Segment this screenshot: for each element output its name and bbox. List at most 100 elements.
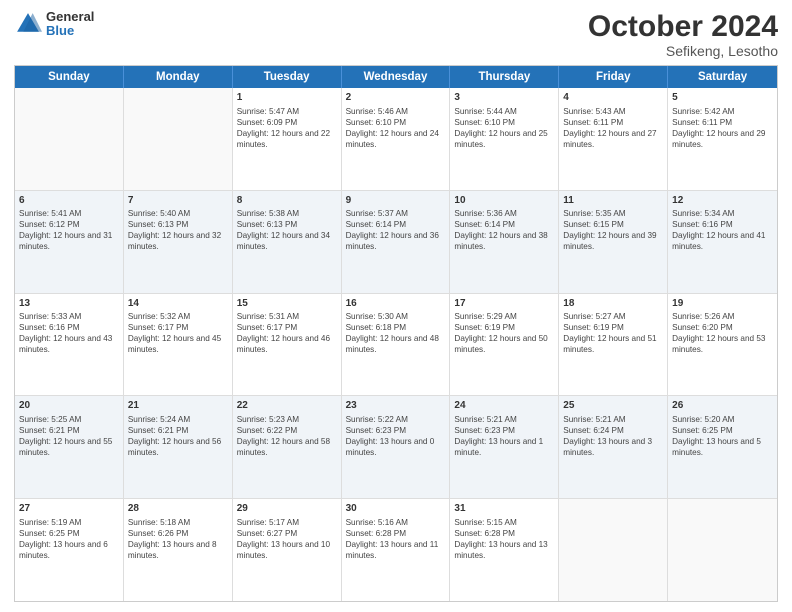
cell-5-6: [559, 499, 668, 601]
cell-info: Sunrise: 5:18 AMSunset: 6:26 PMDaylight:…: [128, 517, 228, 561]
logo-icon: [14, 10, 42, 38]
day-number: 10: [454, 194, 554, 208]
calendar-header: Sunday Monday Tuesday Wednesday Thursday…: [15, 66, 777, 88]
cell-info: Sunrise: 5:30 AMSunset: 6:18 PMDaylight:…: [346, 311, 446, 355]
cell-info: Sunrise: 5:44 AMSunset: 6:10 PMDaylight:…: [454, 106, 554, 150]
day-number: 26: [672, 399, 773, 413]
day-number: 25: [563, 399, 663, 413]
cell-info: Sunrise: 5:16 AMSunset: 6:28 PMDaylight:…: [346, 517, 446, 561]
cell-2-7: 12Sunrise: 5:34 AMSunset: 6:16 PMDayligh…: [668, 191, 777, 293]
cell-3-5: 17Sunrise: 5:29 AMSunset: 6:19 PMDayligh…: [450, 294, 559, 396]
cell-1-3: 1Sunrise: 5:47 AMSunset: 6:09 PMDaylight…: [233, 88, 342, 190]
cell-info: Sunrise: 5:31 AMSunset: 6:17 PMDaylight:…: [237, 311, 337, 355]
cell-5-4: 30Sunrise: 5:16 AMSunset: 6:28 PMDayligh…: [342, 499, 451, 601]
cell-2-4: 9Sunrise: 5:37 AMSunset: 6:14 PMDaylight…: [342, 191, 451, 293]
cell-info: Sunrise: 5:15 AMSunset: 6:28 PMDaylight:…: [454, 517, 554, 561]
cell-4-3: 22Sunrise: 5:23 AMSunset: 6:22 PMDayligh…: [233, 396, 342, 498]
day-number: 20: [19, 399, 119, 413]
week-2: 6Sunrise: 5:41 AMSunset: 6:12 PMDaylight…: [15, 191, 777, 294]
cell-info: Sunrise: 5:29 AMSunset: 6:19 PMDaylight:…: [454, 311, 554, 355]
week-3: 13Sunrise: 5:33 AMSunset: 6:16 PMDayligh…: [15, 294, 777, 397]
page-title: October 2024: [588, 10, 778, 43]
day-number: 7: [128, 194, 228, 208]
cell-4-4: 23Sunrise: 5:22 AMSunset: 6:23 PMDayligh…: [342, 396, 451, 498]
day-number: 29: [237, 502, 337, 516]
cell-4-2: 21Sunrise: 5:24 AMSunset: 6:21 PMDayligh…: [124, 396, 233, 498]
cell-info: Sunrise: 5:43 AMSunset: 6:11 PMDaylight:…: [563, 106, 663, 150]
cell-2-2: 7Sunrise: 5:40 AMSunset: 6:13 PMDaylight…: [124, 191, 233, 293]
cell-info: Sunrise: 5:41 AMSunset: 6:12 PMDaylight:…: [19, 208, 119, 252]
cell-info: Sunrise: 5:32 AMSunset: 6:17 PMDaylight:…: [128, 311, 228, 355]
cell-info: Sunrise: 5:27 AMSunset: 6:19 PMDaylight:…: [563, 311, 663, 355]
cell-info: Sunrise: 5:47 AMSunset: 6:09 PMDaylight:…: [237, 106, 337, 150]
cell-info: Sunrise: 5:26 AMSunset: 6:20 PMDaylight:…: [672, 311, 773, 355]
logo: General Blue: [14, 10, 94, 39]
day-number: 5: [672, 91, 773, 105]
cell-2-5: 10Sunrise: 5:36 AMSunset: 6:14 PMDayligh…: [450, 191, 559, 293]
cell-5-7: [668, 499, 777, 601]
cell-2-6: 11Sunrise: 5:35 AMSunset: 6:15 PMDayligh…: [559, 191, 668, 293]
cell-info: Sunrise: 5:46 AMSunset: 6:10 PMDaylight:…: [346, 106, 446, 150]
cell-5-5: 31Sunrise: 5:15 AMSunset: 6:28 PMDayligh…: [450, 499, 559, 601]
cell-4-6: 25Sunrise: 5:21 AMSunset: 6:24 PMDayligh…: [559, 396, 668, 498]
day-number: 14: [128, 297, 228, 311]
day-number: 24: [454, 399, 554, 413]
cell-3-7: 19Sunrise: 5:26 AMSunset: 6:20 PMDayligh…: [668, 294, 777, 396]
cell-1-5: 3Sunrise: 5:44 AMSunset: 6:10 PMDaylight…: [450, 88, 559, 190]
day-number: 8: [237, 194, 337, 208]
logo-text: General Blue: [46, 10, 94, 39]
week-4: 20Sunrise: 5:25 AMSunset: 6:21 PMDayligh…: [15, 396, 777, 499]
cell-info: Sunrise: 5:22 AMSunset: 6:23 PMDaylight:…: [346, 414, 446, 458]
day-number: 9: [346, 194, 446, 208]
cell-info: Sunrise: 5:36 AMSunset: 6:14 PMDaylight:…: [454, 208, 554, 252]
title-block: October 2024 Sefikeng, Lesotho: [588, 10, 778, 59]
day-number: 28: [128, 502, 228, 516]
week-1: 1Sunrise: 5:47 AMSunset: 6:09 PMDaylight…: [15, 88, 777, 191]
cell-1-2: [124, 88, 233, 190]
cell-info: Sunrise: 5:37 AMSunset: 6:14 PMDaylight:…: [346, 208, 446, 252]
page: General Blue October 2024 Sefikeng, Leso…: [0, 0, 792, 612]
day-number: 18: [563, 297, 663, 311]
day-number: 19: [672, 297, 773, 311]
day-number: 21: [128, 399, 228, 413]
logo-line1: General: [46, 10, 94, 24]
cell-info: Sunrise: 5:21 AMSunset: 6:24 PMDaylight:…: [563, 414, 663, 458]
calendar-body: 1Sunrise: 5:47 AMSunset: 6:09 PMDaylight…: [15, 88, 777, 601]
day-number: 27: [19, 502, 119, 516]
day-number: 12: [672, 194, 773, 208]
col-monday: Monday: [124, 66, 233, 88]
day-number: 2: [346, 91, 446, 105]
col-tuesday: Tuesday: [233, 66, 342, 88]
day-number: 11: [563, 194, 663, 208]
cell-3-2: 14Sunrise: 5:32 AMSunset: 6:17 PMDayligh…: [124, 294, 233, 396]
day-number: 13: [19, 297, 119, 311]
cell-3-4: 16Sunrise: 5:30 AMSunset: 6:18 PMDayligh…: [342, 294, 451, 396]
day-number: 3: [454, 91, 554, 105]
cell-info: Sunrise: 5:25 AMSunset: 6:21 PMDaylight:…: [19, 414, 119, 458]
day-number: 4: [563, 91, 663, 105]
cell-3-3: 15Sunrise: 5:31 AMSunset: 6:17 PMDayligh…: [233, 294, 342, 396]
cell-info: Sunrise: 5:38 AMSunset: 6:13 PMDaylight:…: [237, 208, 337, 252]
cell-info: Sunrise: 5:42 AMSunset: 6:11 PMDaylight:…: [672, 106, 773, 150]
cell-info: Sunrise: 5:35 AMSunset: 6:15 PMDaylight:…: [563, 208, 663, 252]
day-number: 1: [237, 91, 337, 105]
cell-info: Sunrise: 5:21 AMSunset: 6:23 PMDaylight:…: [454, 414, 554, 458]
cell-info: Sunrise: 5:19 AMSunset: 6:25 PMDaylight:…: [19, 517, 119, 561]
cell-2-1: 6Sunrise: 5:41 AMSunset: 6:12 PMDaylight…: [15, 191, 124, 293]
cell-info: Sunrise: 5:20 AMSunset: 6:25 PMDaylight:…: [672, 414, 773, 458]
day-number: 17: [454, 297, 554, 311]
cell-3-6: 18Sunrise: 5:27 AMSunset: 6:19 PMDayligh…: [559, 294, 668, 396]
day-number: 15: [237, 297, 337, 311]
cell-info: Sunrise: 5:34 AMSunset: 6:16 PMDaylight:…: [672, 208, 773, 252]
cell-3-1: 13Sunrise: 5:33 AMSunset: 6:16 PMDayligh…: [15, 294, 124, 396]
day-number: 31: [454, 502, 554, 516]
cell-info: Sunrise: 5:17 AMSunset: 6:27 PMDaylight:…: [237, 517, 337, 561]
cell-1-1: [15, 88, 124, 190]
day-number: 23: [346, 399, 446, 413]
day-number: 30: [346, 502, 446, 516]
cell-1-6: 4Sunrise: 5:43 AMSunset: 6:11 PMDaylight…: [559, 88, 668, 190]
logo-line2: Blue: [46, 24, 94, 38]
cell-info: Sunrise: 5:40 AMSunset: 6:13 PMDaylight:…: [128, 208, 228, 252]
cell-info: Sunrise: 5:33 AMSunset: 6:16 PMDaylight:…: [19, 311, 119, 355]
cell-1-7: 5Sunrise: 5:42 AMSunset: 6:11 PMDaylight…: [668, 88, 777, 190]
